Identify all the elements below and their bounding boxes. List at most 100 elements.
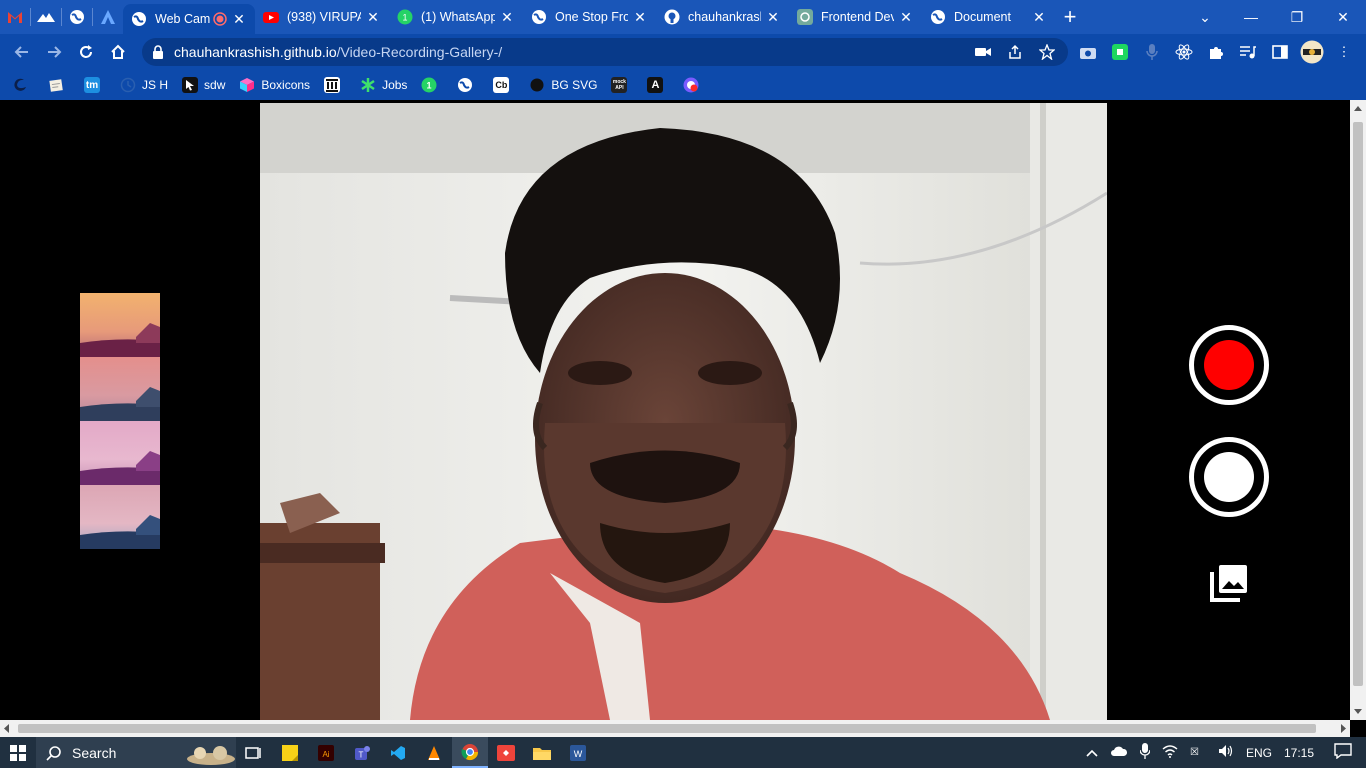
url-path: /Video-Recording-Gallery-/ [336, 44, 503, 60]
reload-button[interactable] [70, 36, 102, 68]
taskbar-search[interactable]: Search [36, 737, 236, 768]
new-tab-button[interactable]: + [1055, 4, 1085, 30]
task-view-button[interactable] [236, 737, 272, 768]
bookmark-record[interactable] [683, 77, 705, 93]
back-button[interactable] [6, 36, 38, 68]
tab-pinned-mountain[interactable] [31, 0, 61, 34]
tab-pinned-globe[interactable] [62, 0, 92, 34]
tab-pinned-gmail[interactable] [0, 0, 30, 34]
teams-icon: T [355, 745, 370, 760]
wifi-icon[interactable] [1162, 744, 1178, 761]
illustrator-app[interactable]: Ai [308, 737, 344, 768]
bookmark-edge[interactable] [12, 77, 34, 93]
tab-youtube[interactable]: (938) VIRUPA ✕ [255, 0, 389, 34]
camera-extension-icon[interactable] [1078, 42, 1098, 62]
bookmark-star-icon[interactable] [1038, 43, 1056, 61]
tab-whatsapp[interactable]: 1 (1) WhatsApp ✕ [389, 0, 523, 34]
profile-avatar[interactable] [1300, 40, 1324, 64]
bookmark-js-h[interactable]: JS H [120, 77, 168, 93]
tab-one-stop[interactable]: One Stop Fro ✕ [523, 0, 656, 34]
close-icon[interactable]: ✕ [1031, 9, 1047, 26]
thumbnail[interactable] [80, 485, 160, 549]
react-devtools-icon[interactable] [1174, 42, 1194, 62]
tab-frontend-dev[interactable]: Frontend Dev ✕ [789, 0, 922, 34]
volume-icon[interactable] [1218, 744, 1234, 761]
bookmark-label: sdw [204, 78, 226, 92]
bank-icon [324, 77, 341, 93]
bookmark-cb[interactable]: Cb [493, 77, 515, 93]
thumbnail[interactable] [80, 293, 160, 357]
notifications-icon[interactable] [1334, 743, 1352, 762]
vscode-app[interactable] [380, 737, 416, 768]
tab-search-icon[interactable]: ⌄ [1182, 0, 1228, 34]
toolbar: chauhankrashish.github.io/Video-Recordin… [0, 34, 1366, 70]
bookmark-notes[interactable] [48, 77, 70, 93]
tab-github[interactable]: chauhankrash ✕ [656, 0, 789, 34]
camera-in-use-icon[interactable] [974, 43, 992, 61]
close-icon[interactable]: ✕ [632, 9, 648, 26]
gallery-button[interactable] [1208, 562, 1250, 604]
forward-button[interactable] [38, 36, 70, 68]
close-icon[interactable]: ✕ [898, 9, 914, 26]
close-icon[interactable]: ✕ [499, 9, 515, 26]
chevron-up-icon[interactable] [1086, 746, 1098, 760]
chatgpt-icon [797, 9, 813, 25]
close-icon[interactable]: ✕ [231, 11, 247, 28]
chrome-app[interactable] [452, 737, 488, 768]
side-panel-icon[interactable] [1270, 42, 1290, 62]
bookmark-angular[interactable]: A [647, 77, 669, 93]
tab-document[interactable]: Document ✕ [922, 0, 1055, 34]
input-indicator-icon[interactable]: ☒ [1190, 744, 1206, 761]
horizontal-scrollbar[interactable] [0, 720, 1350, 737]
bookmark-boxicons[interactable]: Boxicons [239, 77, 310, 93]
record-button[interactable] [1189, 325, 1269, 405]
webcam-video [260, 103, 1107, 720]
menu-kebab-icon[interactable]: ⋮ [1334, 42, 1354, 62]
vertical-scrollbar[interactable] [1350, 100, 1366, 720]
thumbnail[interactable] [80, 421, 160, 485]
address-bar[interactable]: chauhankrashish.github.io/Video-Recordin… [142, 38, 1068, 66]
language-indicator[interactable]: ENG [1246, 746, 1272, 760]
extensions-puzzle-icon[interactable] [1206, 42, 1226, 62]
vscode-icon [391, 745, 405, 760]
tab-strip: Web Cam ✕ (938) VIRUPA ✕ 1 (1) WhatsApp … [0, 0, 1366, 34]
tab-pinned-a[interactable] [93, 0, 123, 34]
svg-text:W: W [574, 749, 583, 759]
bookmark-whatsapp[interactable]: 1 [421, 77, 443, 93]
minimize-button[interactable]: — [1228, 0, 1274, 34]
search-icon [46, 745, 61, 761]
start-button[interactable] [0, 737, 36, 768]
bookmark-bg-svg[interactable]: BG SVG [529, 77, 597, 93]
teams-app[interactable]: T [344, 737, 380, 768]
bookmark-sdw[interactable]: sdw [182, 77, 225, 93]
microphone-extension-icon[interactable] [1142, 42, 1162, 62]
bookmark-label: Jobs [382, 78, 408, 92]
clock[interactable]: 17:15 [1284, 746, 1314, 760]
green-extension-icon[interactable] [1110, 42, 1130, 62]
tm-icon: tm [84, 77, 100, 93]
close-icon[interactable]: ✕ [365, 9, 381, 26]
bookmark-mockapi[interactable]: mock API [611, 77, 633, 93]
sticky-notes-app[interactable] [272, 737, 308, 768]
onedrive-icon[interactable] [1110, 745, 1128, 760]
share-icon[interactable] [1006, 43, 1024, 61]
anydesk-app[interactable] [488, 737, 524, 768]
thumbnail[interactable] [80, 357, 160, 421]
home-button[interactable] [102, 36, 134, 68]
vlc-app[interactable] [416, 737, 452, 768]
restore-button[interactable]: ❐ [1274, 0, 1320, 34]
close-window-button[interactable]: ✕ [1320, 0, 1366, 34]
bookmark-globe[interactable] [457, 77, 479, 93]
bookmark-tm[interactable]: tm [84, 77, 106, 93]
capture-button[interactable] [1189, 437, 1269, 517]
word-app[interactable]: W [560, 737, 596, 768]
svg-text:☒: ☒ [1190, 747, 1199, 758]
tab-web-cam[interactable]: Web Cam ✕ [123, 4, 255, 34]
file-explorer-app[interactable] [524, 737, 560, 768]
close-icon[interactable]: ✕ [765, 9, 781, 26]
media-controls-icon[interactable] [1238, 42, 1258, 62]
bookmark-bank[interactable] [324, 77, 346, 93]
microphone-icon[interactable] [1139, 743, 1151, 762]
bookmark-jobs[interactable]: Jobs [360, 77, 407, 93]
folder-icon [533, 747, 551, 760]
